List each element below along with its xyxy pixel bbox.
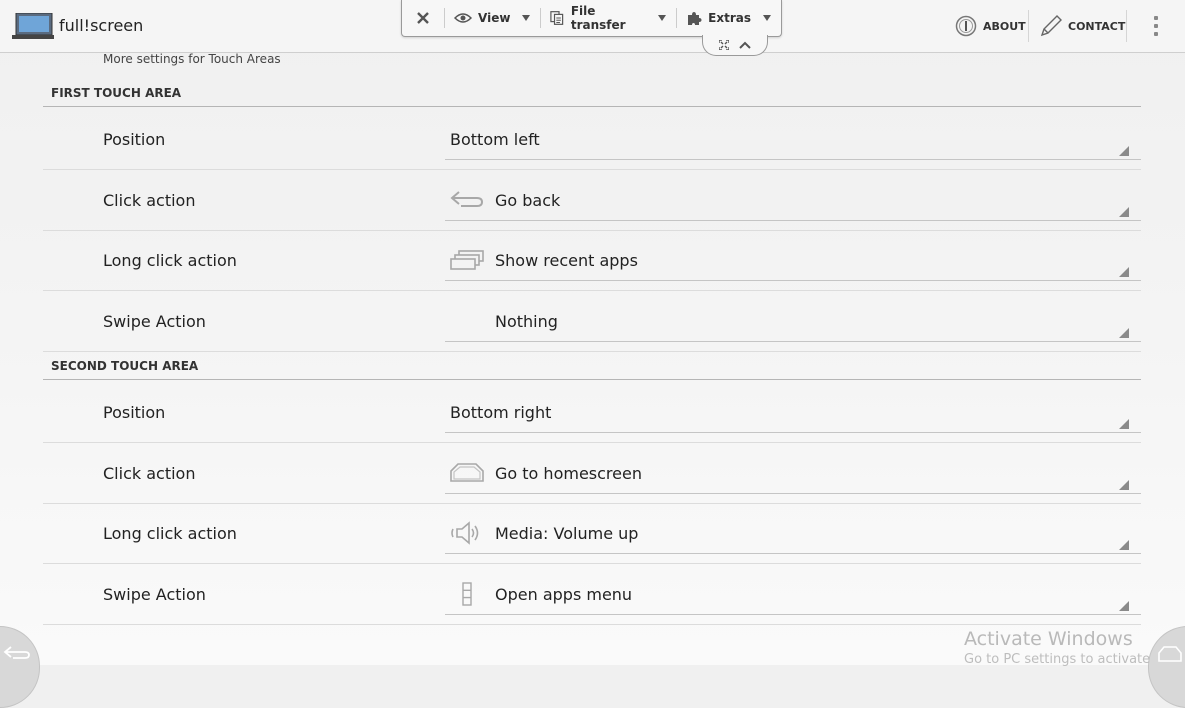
position-spinner[interactable]: Bottom left [445, 117, 1141, 160]
setting-row-swipe-action[interactable]: Swipe Action Open apps menu [43, 564, 1141, 625]
page-subtitle: More settings for Touch Areas [103, 52, 281, 66]
row-label: Click action [103, 464, 196, 483]
about-button[interactable]: ABOUT [955, 9, 1026, 43]
divider [1126, 10, 1127, 42]
volume-up-icon [451, 521, 479, 545]
recent-apps-icon [450, 250, 484, 270]
contact-button[interactable]: CONTACT [1038, 9, 1125, 43]
click-action-spinner[interactable]: Go back [445, 178, 1141, 221]
pencil-icon [1040, 15, 1062, 37]
section-header: SECOND TOUCH AREA [51, 359, 199, 373]
spinner-value: Go to homescreen [495, 464, 642, 483]
spinner-value: Bottom left [450, 130, 540, 149]
monitor-icon[interactable] [12, 13, 54, 39]
long-click-action-spinner[interactable]: Media: Volume up [445, 511, 1141, 554]
caret-down-icon [522, 15, 531, 21]
divider [1028, 10, 1029, 42]
remote-toolbar: View File transfer Extras [401, 0, 782, 37]
click-action-spinner[interactable]: Go to homescreen [445, 451, 1141, 494]
section-divider [43, 106, 1141, 107]
setting-row-click-action[interactable]: Click action Go to homescreen [43, 443, 1141, 504]
long-click-action-spinner[interactable]: Show recent apps [445, 238, 1141, 281]
toolbar-handle[interactable] [702, 35, 768, 56]
view-menu[interactable]: View [444, 0, 540, 36]
caret-down-icon [658, 15, 667, 21]
swipe-action-spinner[interactable]: Nothing [445, 299, 1141, 342]
about-label: ABOUT [983, 19, 1026, 33]
app-title: full!screen [59, 16, 144, 35]
setting-row-long-click-action[interactable]: Long click action Show recent apps [43, 230, 1141, 291]
view-label: View [478, 11, 511, 25]
spinner-value: Nothing [495, 312, 558, 331]
row-label: Position [103, 403, 166, 422]
caret-down-icon [763, 15, 771, 21]
file-transfer-menu[interactable]: File transfer [540, 0, 676, 36]
swipe-action-spinner[interactable]: Open apps menu [445, 572, 1141, 615]
back-arrow-icon [450, 191, 484, 207]
apps-menu-icon [462, 582, 472, 606]
eye-icon [454, 13, 472, 23]
section-header: FIRST TOUCH AREA [51, 86, 182, 100]
puzzle-icon [688, 12, 702, 25]
touch-area-home-button[interactable] [1148, 626, 1185, 708]
row-label: Long click action [103, 524, 237, 543]
info-icon [955, 15, 977, 37]
spinner-value: Show recent apps [495, 251, 638, 270]
file-transfer-label: File transfer [570, 4, 626, 32]
contact-label: CONTACT [1068, 19, 1126, 33]
chevron-up-icon[interactable] [739, 41, 751, 49]
fullscreen-icon[interactable] [719, 40, 729, 50]
home-icon [450, 463, 484, 482]
home-icon [1158, 646, 1182, 662]
row-label: Position [103, 130, 166, 149]
overflow-menu-icon[interactable] [1146, 12, 1166, 40]
setting-row-swipe-action[interactable]: Swipe Action Nothing [43, 291, 1141, 352]
setting-row-position[interactable]: Position Bottom right [43, 382, 1141, 443]
close-button[interactable] [402, 0, 444, 36]
setting-row-position[interactable]: Position Bottom left [43, 109, 1141, 170]
setting-row-click-action[interactable]: Click action Go back [43, 170, 1141, 231]
activation-watermark-title: Activate Windows [964, 628, 1133, 650]
row-label: Swipe Action [103, 312, 206, 331]
spinner-value: Go back [495, 191, 561, 210]
setting-row-long-click-action[interactable]: Long click action Media: Volume up [43, 503, 1141, 564]
spinner-value: Bottom right [450, 403, 552, 422]
row-label: Click action [103, 191, 196, 210]
section-divider [43, 379, 1141, 380]
extras-menu[interactable]: Extras [676, 0, 781, 36]
spinner-value: Open apps menu [495, 585, 633, 604]
back-arrow-icon [3, 646, 30, 659]
close-icon [417, 12, 429, 24]
row-label: Long click action [103, 251, 237, 270]
row-label: Swipe Action [103, 585, 206, 604]
extras-label: Extras [708, 11, 751, 25]
position-spinner[interactable]: Bottom right [445, 390, 1141, 433]
file-icon [550, 11, 564, 25]
touch-area-back-button[interactable] [0, 626, 40, 708]
spinner-value: Media: Volume up [495, 524, 639, 543]
